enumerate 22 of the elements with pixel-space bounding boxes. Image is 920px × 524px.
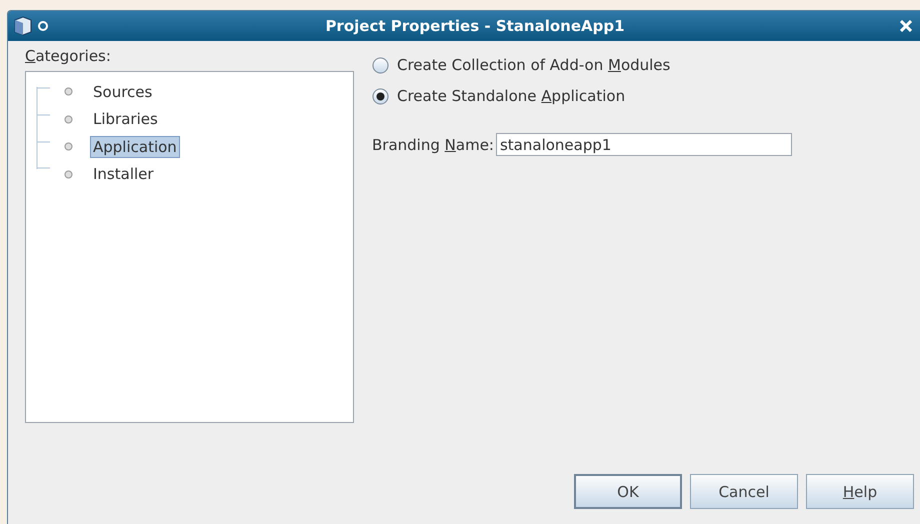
dialog-button[interactable]: OK — [574, 474, 682, 509]
bullet-icon — [64, 87, 73, 96]
category-item[interactable]: Sources — [90, 80, 156, 103]
radio-button[interactable] — [372, 56, 389, 74]
category-item[interactable]: Installer — [90, 163, 157, 186]
cube-icon — [14, 16, 32, 36]
window-title: Project Properties - StanaloneApp1 — [324, 17, 626, 35]
close-icon[interactable] — [900, 20, 912, 32]
bullet-icon — [64, 114, 73, 124]
branding-name-label: Branding Name: — [372, 136, 494, 154]
circle-icon[interactable] — [36, 19, 50, 33]
bullet-icon — [64, 170, 73, 179]
branding-name-field[interactable]: stanaloneapp1 — [496, 133, 792, 156]
dialog-button[interactable]: Help — [806, 474, 914, 509]
category-item[interactable]: Application — [90, 136, 180, 158]
category-item[interactable]: Libraries — [90, 108, 161, 130]
categories-label: Categories: — [25, 47, 112, 65]
radio-option[interactable]: Create Collection of Add-on Modules — [372, 50, 920, 80]
radio-option[interactable]: Create Standalone Application — [372, 81, 920, 111]
bullet-icon — [64, 142, 73, 152]
dialog-button[interactable]: Cancel — [690, 474, 798, 509]
radio-button[interactable] — [372, 88, 389, 104]
